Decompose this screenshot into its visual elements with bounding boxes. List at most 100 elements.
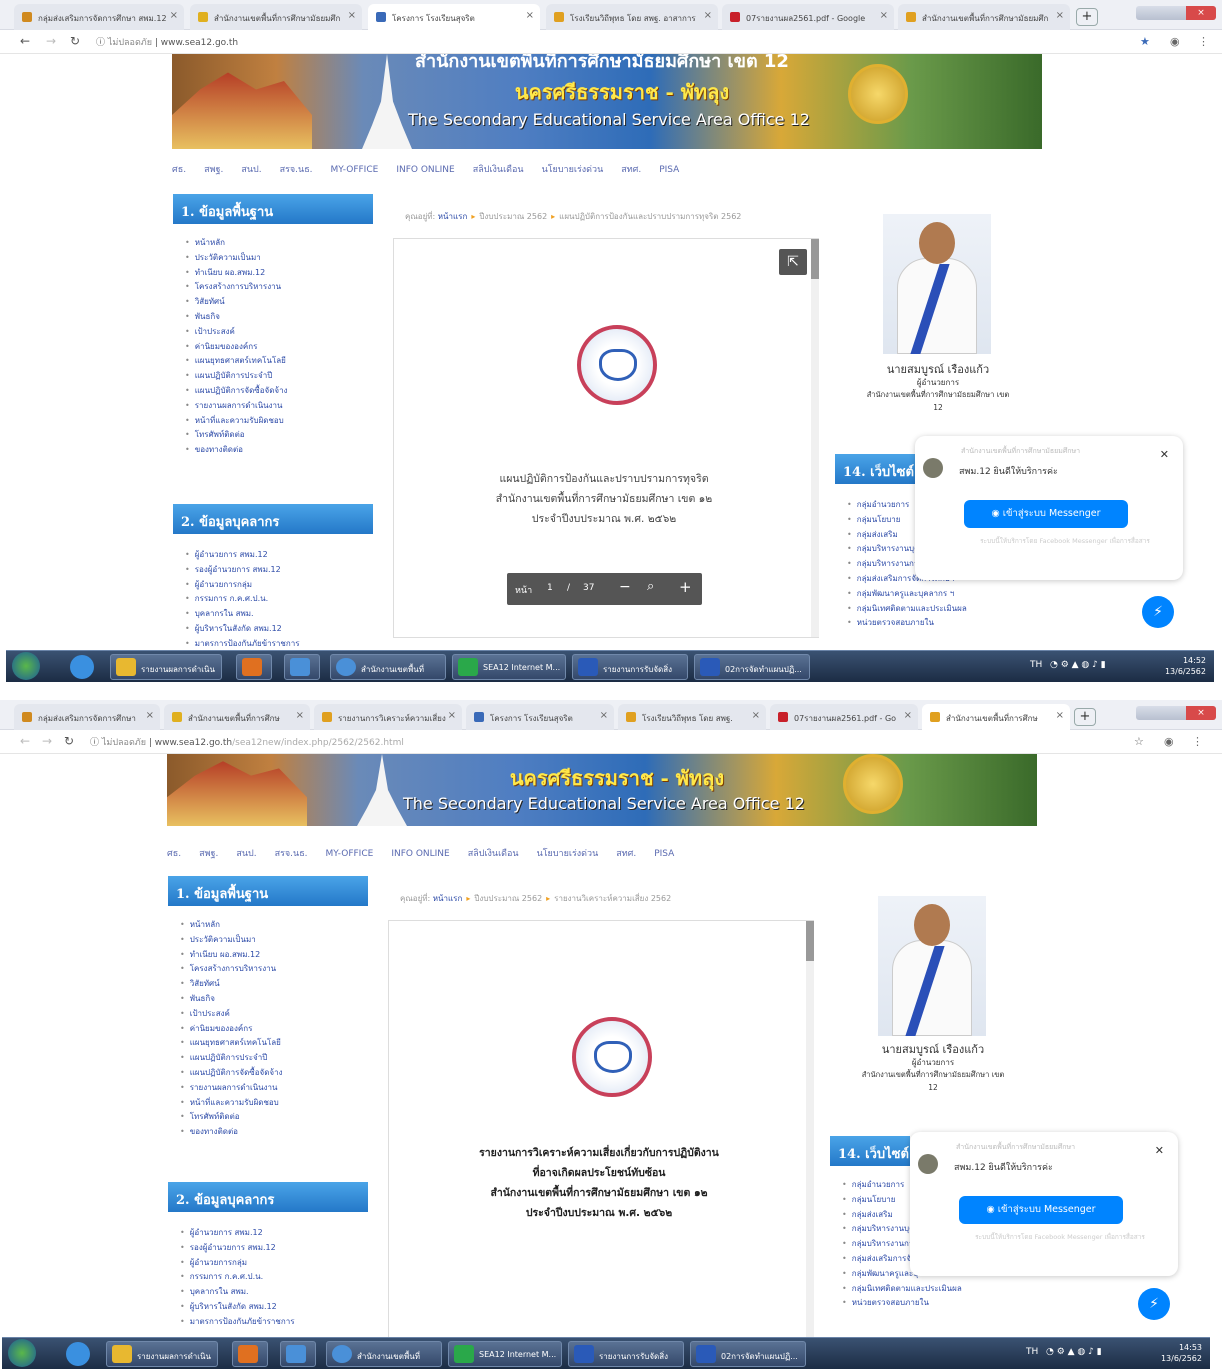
start-button[interactable]	[8, 1339, 36, 1367]
close-window-icon[interactable]: ×	[1186, 706, 1216, 720]
bookmark-star-icon[interactable]: ☆	[1134, 735, 1144, 748]
messenger-bubble-icon[interactable]: ⚡	[1138, 1288, 1170, 1320]
close-tab-icon[interactable]: ×	[1056, 10, 1064, 21]
list-item[interactable]: บุคลากรใน สพม.	[185, 607, 299, 622]
list-item[interactable]: บุคลากรใน สพม.	[180, 1285, 294, 1300]
close-window-icon[interactable]: ×	[1186, 6, 1216, 20]
taskbar-item[interactable]	[236, 654, 272, 680]
profile-icon[interactable]: ◉	[1164, 735, 1174, 748]
list-item[interactable]: เป้าประสงค์	[180, 1007, 282, 1022]
popout-icon[interactable]: ⇱	[779, 249, 807, 275]
browser-tab-active[interactable]: สำนักงานเขตพื้นที่การศึกษ ×	[922, 704, 1070, 730]
list-item[interactable]: ผู้อำนวยการ สพม.12	[185, 548, 299, 563]
breadcrumb-link[interactable]: ปีงบประมาณ 2562	[479, 212, 547, 221]
list-item[interactable]: ประวัติความเป็นมา	[180, 933, 282, 948]
list-item[interactable]: ประวัติความเป็นมา	[185, 251, 287, 266]
close-tab-icon[interactable]: ×	[752, 710, 760, 721]
list-item[interactable]: รองผู้อำนวยการ สพม.12	[180, 1241, 294, 1256]
list-item[interactable]: รายงานผลการดำเนินงาน	[185, 399, 287, 414]
messenger-login-button[interactable]: ◉ เข้าสู่ระบบ Messenger	[964, 500, 1128, 528]
viewer-scrollbar[interactable]	[811, 239, 819, 637]
close-chat-icon[interactable]: ✕	[1155, 1144, 1164, 1157]
menu-item[interactable]: สลิปเงินเดือน	[473, 165, 524, 175]
list-item[interactable]: โครงสร้างการบริหารงาน	[185, 280, 287, 295]
close-tab-icon[interactable]: ×	[1056, 710, 1064, 721]
list-item[interactable]: กลุ่มพัฒนาครูและบุคลากร ฯ	[847, 587, 967, 602]
url-field[interactable]: ⓘ ไม่ปลอดภัย | www.sea12.go.th/sea12new/…	[90, 735, 404, 749]
ie-icon[interactable]	[66, 1342, 90, 1366]
browser-tab[interactable]: โรงเรียนวิถีพุทธ โดย สพฐ. อาสาการ ×	[546, 4, 718, 30]
list-item[interactable]: ทำเนียบ ผอ.สพม.12	[180, 948, 282, 963]
menu-item[interactable]: นโยบายเร่งด่วน	[542, 165, 604, 175]
list-item[interactable]: แผนปฏิบัติการประจำปี	[180, 1051, 282, 1066]
list-item[interactable]: แผนปฏิบัติการจัดซื้อจัดจ้าง	[185, 384, 288, 399]
back-arrow-icon[interactable]: ←	[20, 734, 30, 748]
menu-item[interactable]: สลิปเงินเดือน	[468, 849, 519, 859]
ie-icon[interactable]	[70, 655, 94, 679]
tray-icons[interactable]: ◔ ⚙ ▲ ◍ ♪ ▮	[1050, 660, 1106, 670]
taskbar-item[interactable]: รายงานผลการดำเนิน	[110, 654, 222, 680]
menu-item[interactable]: PISA	[659, 165, 679, 175]
close-chat-icon[interactable]: ✕	[1160, 448, 1169, 461]
menu-item[interactable]: สพฐ.	[199, 849, 218, 859]
taskbar-item[interactable]: รายงานการรับจัดสิ่ง	[572, 654, 688, 680]
messenger-login-button[interactable]: ◉ เข้าสู่ระบบ Messenger	[959, 1196, 1123, 1224]
breadcrumb-link[interactable]: หน้าแรก	[433, 894, 463, 903]
list-item[interactable]: หน้าหลัก	[180, 918, 282, 933]
browser-tab[interactable]: กลุ่มส่งเสริมการจัดการศึกษา ×	[14, 704, 160, 730]
menu-item[interactable]: สรจ.นธ.	[280, 165, 313, 175]
taskbar-item[interactable]: SEA12 Internet M...	[448, 1341, 562, 1367]
taskbar-item[interactable]: สำนักงานเขตพื้นที่	[330, 654, 446, 680]
menu-item[interactable]: สทศ.	[616, 849, 636, 859]
list-item[interactable]: กลุ่มนิเทศติดตามและประเมินผล	[842, 1282, 962, 1297]
list-item[interactable]: ค่านิยมขององค์กร	[180, 1022, 282, 1037]
list-item[interactable]: พันธกิจ	[180, 992, 282, 1007]
new-tab-button[interactable]: +	[1074, 708, 1096, 726]
close-tab-icon[interactable]: ×	[704, 10, 712, 21]
list-item[interactable]: พันธกิจ	[185, 310, 287, 325]
clock[interactable]: 14:52 13/6/2562	[1165, 655, 1206, 677]
taskbar-item[interactable]: รายงานการรับจัดสิ่ง	[568, 1341, 684, 1367]
list-item[interactable]: รองผู้อำนวยการ สพม.12	[185, 563, 299, 578]
menu-item[interactable]: PISA	[654, 849, 674, 859]
taskbar-item[interactable]: สำนักงานเขตพื้นที่	[326, 1341, 442, 1367]
url-field[interactable]: ⓘ ไม่ปลอดภัย | www.sea12.go.th	[96, 35, 238, 49]
browser-tab[interactable]: สำนักงานเขตพื้นที่การศึกษามัธยมศึก ×	[190, 4, 362, 30]
start-button[interactable]	[12, 652, 40, 680]
forward-arrow-icon[interactable]: →	[42, 734, 52, 748]
menu-item[interactable]: ศธ.	[172, 165, 186, 175]
menu-item[interactable]: สทศ.	[621, 165, 641, 175]
list-item[interactable]: วิสัยทัศน์	[185, 295, 287, 310]
browser-tab[interactable]: กลุ่มส่งเสริมการจัดการศึกษา สพม.12 ×	[14, 4, 184, 30]
taskbar-item[interactable]	[232, 1341, 268, 1367]
language-indicator[interactable]: TH	[1026, 1347, 1038, 1357]
close-tab-icon[interactable]: ×	[600, 710, 608, 721]
breadcrumb-link[interactable]: หน้าแรก	[438, 212, 468, 221]
taskbar-item[interactable]	[284, 654, 320, 680]
pdf-viewer[interactable]: รายงานการวิเคราะห์ความเสี่ยงเกี่ยวกับการ…	[388, 920, 814, 1344]
list-item[interactable]: โครงสร้างการบริหารงาน	[180, 962, 282, 977]
messenger-bubble-icon[interactable]: ⚡	[1142, 596, 1174, 628]
list-item[interactable]: หน้าที่และความรับผิดชอบ	[185, 414, 287, 429]
list-item[interactable]: แผนปฏิบัติการจัดซื้อจัดจ้าง	[180, 1066, 283, 1081]
menu-item[interactable]: สนป.	[236, 849, 256, 859]
window-controls[interactable]: ×	[1136, 6, 1216, 20]
list-item[interactable]: ผู้บริหารในสังกัด สพม.12	[180, 1300, 294, 1315]
current-page-field[interactable]: 1	[547, 583, 553, 593]
menu-item[interactable]: INFO ONLINE	[396, 165, 454, 175]
list-item[interactable]: แผนปฏิบัติการประจำปี	[185, 369, 287, 384]
browser-tab[interactable]: รายงานการวิเคราะห์ความเสี่ยง ×	[314, 704, 462, 730]
menu-kebab-icon[interactable]: ⋮	[1198, 35, 1209, 48]
list-item[interactable]: หน้าหลัก	[185, 236, 287, 251]
list-item[interactable]: ผู้บริหารในสังกัด สพม.12	[185, 622, 299, 637]
close-tab-icon[interactable]: ×	[448, 710, 456, 721]
reload-icon[interactable]: ↻	[70, 34, 80, 48]
clock[interactable]: 14:53 13/6/2562	[1161, 1342, 1202, 1364]
browser-tab[interactable]: 07รายงานผล2561.pdf - Go ×	[770, 704, 918, 730]
menu-item[interactable]: สนป.	[241, 165, 261, 175]
zoom-in-icon[interactable]: +	[679, 578, 692, 596]
taskbar-item[interactable]: 02การจัดทำแผนปฏิ...	[694, 654, 810, 680]
close-tab-icon[interactable]: ×	[146, 710, 154, 721]
close-tab-icon[interactable]: ×	[296, 710, 304, 721]
list-item[interactable]: รายงานผลการดำเนินงาน	[180, 1081, 282, 1096]
